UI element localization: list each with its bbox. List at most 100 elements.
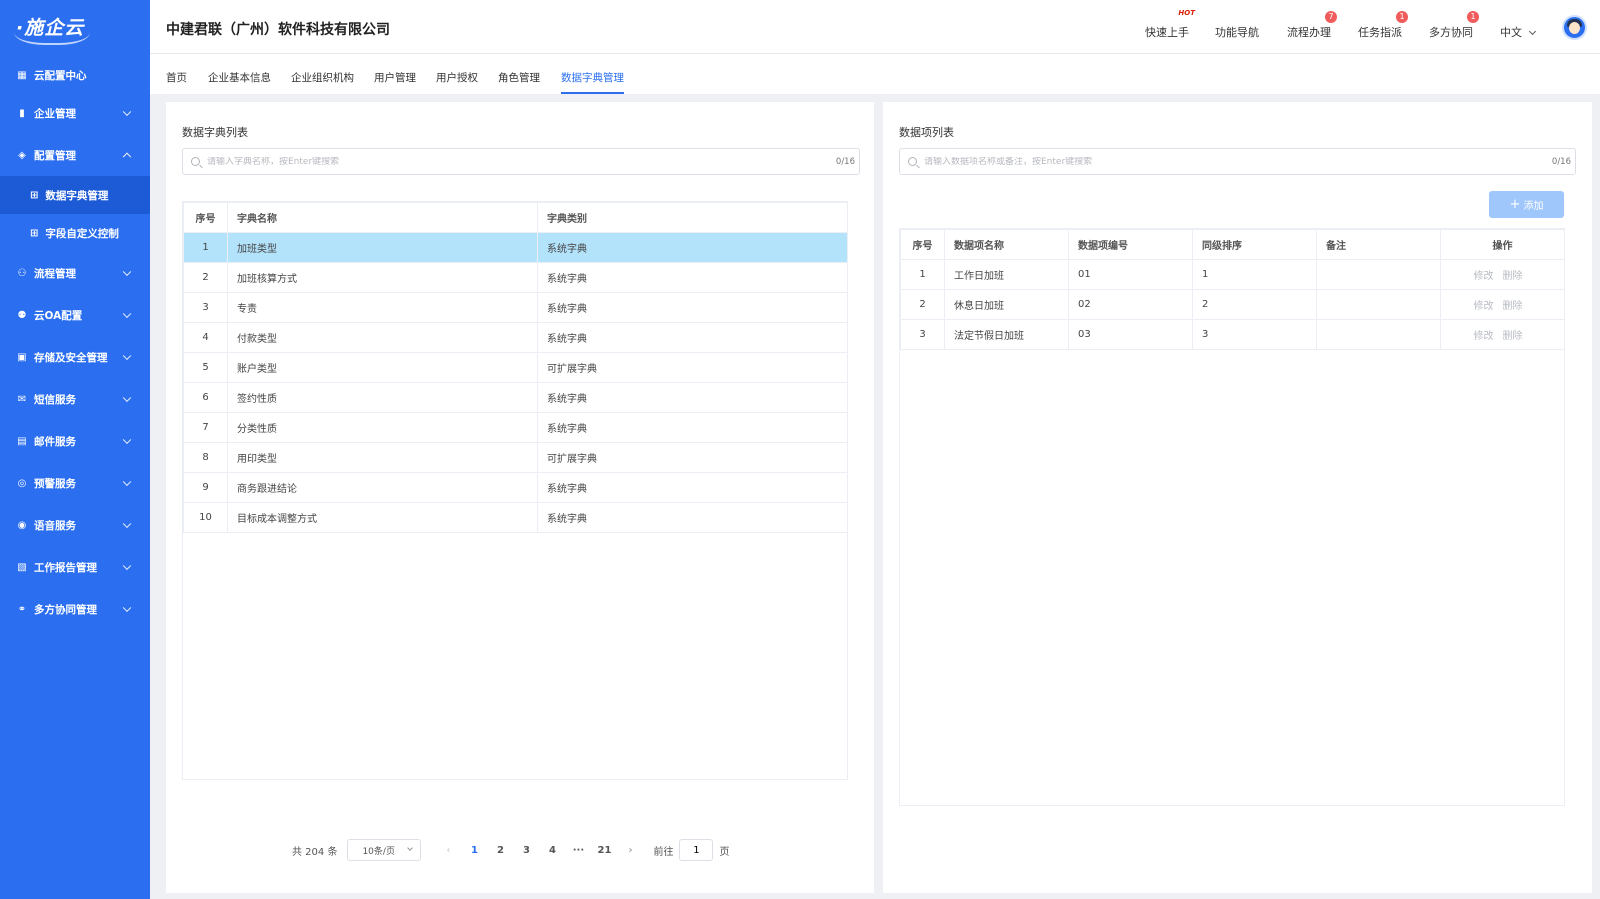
collab-link[interactable]: 多方协同 1 — [1429, 11, 1479, 40]
building-icon: ▮ — [19, 107, 25, 119]
column-header: 字典类别 — [537, 202, 848, 233]
data-item-search[interactable]: 0/16 — [899, 148, 1576, 175]
page-button[interactable]: 1 — [461, 845, 487, 856]
sidebar-item-label: 预警服务 — [34, 477, 76, 490]
process-link[interactable]: 流程办理 7 — [1287, 11, 1337, 40]
sidebar-item-storage[interactable]: ▣ 存储及安全管理 — [0, 336, 150, 378]
avatar[interactable] — [1562, 15, 1587, 40]
edit-link[interactable]: 修改 — [1474, 301, 1494, 312]
page-button[interactable]: 2 — [487, 845, 513, 856]
edit-link[interactable]: 修改 — [1474, 331, 1494, 342]
sidebar-item-oa-config[interactable]: ⚉ 云OA配置 — [0, 294, 150, 336]
table-row[interactable]: 3 专责 系统字典 — [183, 292, 848, 323]
tab-org[interactable]: 企业组织机构 — [291, 70, 354, 92]
mail-icon: ✉ — [17, 393, 27, 405]
tab-user-auth[interactable]: 用户授权 — [436, 70, 478, 92]
data-item-search-input[interactable] — [924, 156, 1552, 167]
goto-page-input[interactable] — [679, 839, 714, 861]
apps-icon: ⊞ — [30, 189, 39, 201]
delete-link[interactable]: 删除 — [1503, 331, 1523, 342]
search-icon — [191, 157, 200, 166]
quick-start-link[interactable]: 快速上手 HOT — [1145, 9, 1195, 40]
sidebar-item-config[interactable]: ◈ 配置管理 — [0, 134, 150, 176]
dictionary-name: 付款类型 — [227, 322, 538, 353]
sidebar-item-field-custom[interactable]: ⊞ 字段自定义控制 — [0, 214, 150, 252]
sidebar-item-label: 企业管理 — [34, 107, 76, 120]
table-row[interactable]: 1 加班类型 系统字典 — [183, 232, 848, 263]
tab-users[interactable]: 用户管理 — [374, 70, 416, 92]
table-row[interactable]: 1 工作日加班 01 1 修改 删除 — [900, 259, 1565, 290]
hot-badge: HOT — [1178, 9, 1195, 17]
table-row[interactable]: 10 目标成本调整方式 系统字典 — [183, 502, 848, 533]
add-button-label: 添加 — [1523, 201, 1544, 212]
table-row[interactable]: 7 分类性质 系统字典 — [183, 412, 848, 443]
table-row[interactable]: 5 账户类型 可扩展字典 — [183, 352, 848, 383]
dictionary-search[interactable]: 0/16 — [182, 148, 860, 175]
item-sort: 3 — [1192, 319, 1317, 350]
page-button[interactable]: 21 — [591, 845, 617, 856]
table-row[interactable]: 4 付款类型 系统字典 — [183, 322, 848, 353]
sidebar-item-email[interactable]: ▤ 邮件服务 — [0, 420, 150, 462]
goto-label: 前往 — [653, 846, 674, 858]
dictionary-search-input[interactable] — [207, 156, 836, 167]
avatar-face — [1569, 22, 1580, 34]
language-select[interactable]: 中文 — [1500, 24, 1537, 40]
char-count: 0/16 — [835, 156, 855, 167]
add-button[interactable]: + 添加 — [1489, 191, 1564, 218]
page-button[interactable]: 4 — [539, 845, 565, 856]
table-row[interactable]: 2 休息日加班 02 2 修改 删除 — [900, 289, 1565, 320]
tab-data-dictionary[interactable]: 数据字典管理 — [561, 70, 624, 94]
sidebar-item-report[interactable]: ▧ 工作报告管理 — [0, 546, 150, 588]
delete-link[interactable]: 删除 — [1503, 301, 1523, 312]
chevron-down-icon — [122, 309, 132, 319]
table-row[interactable]: 6 签约性质 系统字典 — [183, 382, 848, 413]
dictionary-name: 专责 — [227, 292, 538, 323]
more-pages-button[interactable]: ··· — [565, 845, 591, 856]
item-code: 02 — [1068, 289, 1193, 320]
tab-roles[interactable]: 角色管理 — [498, 70, 540, 92]
search-icon — [908, 157, 917, 166]
sidebar-item-label: 短信服务 — [34, 393, 76, 406]
chevron-down-icon — [122, 107, 132, 117]
dictionary-type: 系统字典 — [537, 322, 848, 353]
delete-link[interactable]: 删除 — [1503, 271, 1523, 282]
sidebar-item-flow[interactable]: ⚇ 流程管理 — [0, 252, 150, 294]
prev-page-icon[interactable]: ‹ — [435, 845, 461, 856]
tab-home[interactable]: 首页 — [166, 70, 187, 92]
sidebar-item-enterprise[interactable]: ▮ 企业管理 — [0, 92, 150, 134]
chevron-down-icon — [122, 477, 132, 487]
edit-link[interactable]: 修改 — [1474, 271, 1494, 282]
data-item-list-panel: 数据项列表 0/16 + 添加 序号 数据项名称 数据项编号 同级排序 备注 操… — [883, 102, 1592, 893]
item-sort: 1 — [1192, 259, 1317, 290]
process-count-badge: 7 — [1325, 11, 1337, 23]
table-row[interactable]: 8 用印类型 可扩展字典 — [183, 442, 848, 473]
page-size-select[interactable]: 10条/页 — [347, 839, 422, 861]
sidebar-item-voice[interactable]: ◉ 语音服务 — [0, 504, 150, 546]
sidebar-item-sms[interactable]: ✉ 短信服务 — [0, 378, 150, 420]
table-row[interactable]: 9 商务跟进结论 系统字典 — [183, 472, 848, 503]
task-assign-link[interactable]: 任务指派 1 — [1358, 11, 1408, 40]
chevron-down-icon — [122, 393, 132, 403]
row-index: 2 — [183, 262, 228, 293]
sidebar-item-alert[interactable]: ◎ 预警服务 — [0, 462, 150, 504]
tab-enterprise-info[interactable]: 企业基本信息 — [208, 70, 271, 92]
row-actions: 修改 删除 — [1440, 319, 1565, 350]
table-header-row: 序号 数据项名称 数据项编号 同级排序 备注 操作 — [900, 229, 1565, 260]
logo[interactable]: ·施企云 — [0, 0, 150, 58]
sidebar-item-cloud-config[interactable]: ▦ 云配置中心 — [0, 58, 150, 92]
item-name: 休息日加班 — [944, 289, 1069, 320]
dictionary-name: 签约性质 — [227, 382, 538, 413]
next-page-icon[interactable]: › — [617, 845, 643, 856]
row-index: 8 — [183, 442, 228, 473]
logo-text: ·施企云 — [14, 13, 91, 45]
table-row[interactable]: 2 加班核算方式 系统字典 — [183, 262, 848, 293]
table-row[interactable]: 3 法定节假日加班 03 3 修改 删除 — [900, 319, 1565, 350]
column-header: 序号 — [183, 202, 228, 233]
sidebar-item-data-dictionary[interactable]: ⊞ 数据字典管理 — [0, 176, 150, 214]
sidebar-item-collab[interactable]: ⚭ 多方协同管理 — [0, 588, 150, 630]
flow-icon: ⚇ — [17, 267, 27, 279]
dictionary-table: 序号 字典名称 字典类别 1 加班类型 系统字典 2 加班核算方式 系统字典 3 专责 系统字典… — [183, 202, 848, 533]
function-nav-link[interactable]: 功能导航 — [1215, 24, 1259, 40]
sidebar-item-label: 字段自定义控制 — [45, 227, 119, 240]
page-button[interactable]: 3 — [513, 845, 539, 856]
